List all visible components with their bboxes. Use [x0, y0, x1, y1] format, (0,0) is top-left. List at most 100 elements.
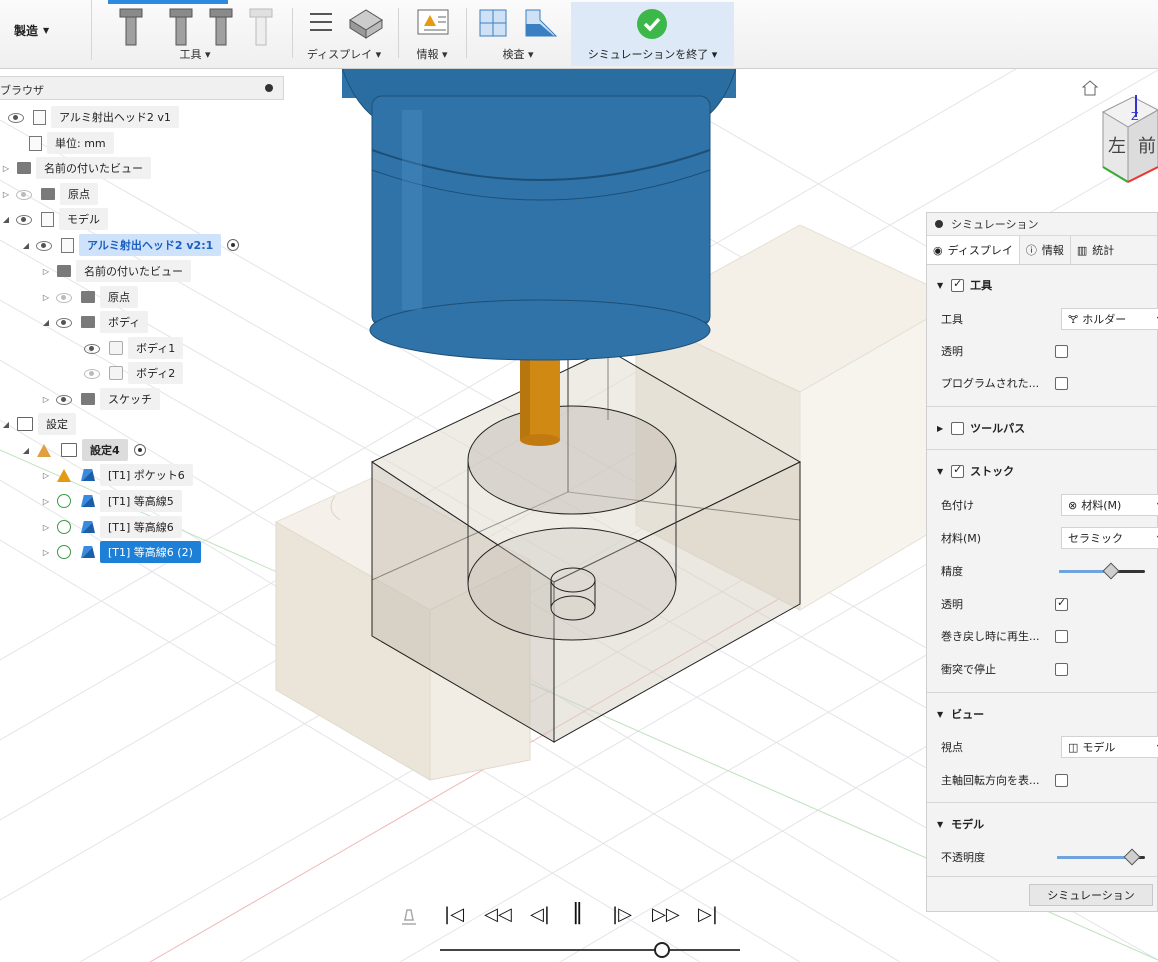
collapse-arrow-icon[interactable]: ◢ [40, 318, 52, 327]
folder-icon [81, 316, 95, 328]
view-section-header[interactable]: ▼ ビュー [937, 706, 984, 722]
tool-section-checkbox[interactable] [951, 277, 965, 292]
tree-label: アルミ射出ヘッド2 v2:1 [79, 234, 222, 256]
simulation-panel-header[interactable]: シミュレーション [927, 213, 1157, 236]
info-group[interactable]: 情報 ▾ [402, 0, 462, 66]
visibility-eye-icon[interactable] [56, 292, 72, 303]
panel-pin-icon[interactable] [935, 220, 943, 228]
panel-pin-icon[interactable] [265, 84, 273, 92]
tree-component[interactable]: ◢ アルミ射出ヘッド2 v2:1 [20, 234, 240, 256]
tree-setup4[interactable]: ◢ 設定4 [20, 439, 146, 461]
tree-origin[interactable]: ▷ 原点 [0, 183, 98, 205]
simulation-footer-button[interactable]: シミュレーション [1029, 884, 1153, 906]
activate-radio-icon[interactable] [227, 239, 240, 251]
collapse-arrow-icon[interactable]: ◢ [20, 241, 32, 250]
expand-arrow-icon[interactable]: ▷ [40, 293, 52, 302]
material-dropdown[interactable]: セラミック▼ [1061, 527, 1158, 549]
workspace-selector[interactable]: 製造 ▼ [0, 0, 92, 60]
simulation-tabs: ◉ ディスプレイ ⓘ 情報 ▥ 統計 [927, 236, 1157, 265]
tree-label: [T1] 等高線6 [100, 516, 182, 538]
collapse-arrow-icon[interactable]: ◢ [0, 215, 12, 224]
inspect-group[interactable]: 検査 ▾ [470, 0, 566, 66]
tree-units[interactable]: 単位: mm [24, 132, 114, 154]
replay-checkbox[interactable] [1055, 629, 1068, 643]
expand-arrow-icon[interactable]: ▷ [40, 267, 52, 276]
expand-arrow-icon[interactable]: ▷ [40, 523, 52, 532]
finish-simulation-button[interactable]: シミュレーションを終了 ▾ [571, 2, 734, 66]
tab-display[interactable]: ◉ ディスプレイ [927, 236, 1020, 264]
tool-section-header[interactable]: ▼ 工具 [937, 277, 992, 293]
info-icon [417, 9, 449, 35]
visibility-eye-icon[interactable] [56, 317, 72, 328]
tree-operation-selected[interactable]: ▷ [T1] 等高線6 (2) [40, 541, 201, 563]
tool-icons [119, 8, 273, 46]
stock-section-header[interactable]: ▼ ストック [937, 463, 1014, 479]
tree-operation[interactable]: ▷ [T1] 等高線5 [40, 490, 182, 512]
tree-named-views[interactable]: ▷ 名前の付いたビュー [0, 157, 151, 179]
expand-arrow-icon[interactable]: ▷ [40, 395, 52, 404]
programmed-checkbox[interactable] [1055, 376, 1068, 390]
visibility-eye-icon[interactable] [16, 189, 32, 200]
tree-comp-named-views[interactable]: ▷ 名前の付いたビュー [40, 260, 191, 282]
stock-section-checkbox[interactable] [951, 463, 965, 478]
tree-operation[interactable]: ▷ [T1] 等高線6 [40, 516, 182, 538]
stock-transparent-checkbox[interactable] [1055, 596, 1068, 611]
visibility-eye-icon[interactable] [84, 343, 100, 354]
setup-icon [61, 443, 77, 457]
tab-info[interactable]: ⓘ 情報 [1020, 236, 1071, 264]
tree-root[interactable]: アルミ射出ヘッド2 v1 [4, 106, 179, 128]
tree-setups[interactable]: ◢ 設定 [0, 413, 76, 435]
toolpath-section-checkbox[interactable] [951, 421, 965, 435]
tree-comp-origin[interactable]: ▷ 原点 [40, 286, 138, 308]
skip-to-start-icon[interactable]: |◁ [444, 904, 464, 925]
pause-icon[interactable]: ‖ [572, 900, 583, 925]
step-back-icon[interactable]: ◁| [530, 904, 550, 925]
browser-header[interactable]: ブラウザ [0, 76, 284, 100]
expand-arrow-icon[interactable]: ▷ [40, 497, 52, 506]
skip-to-end-icon[interactable]: ▷| [698, 904, 718, 925]
tree-sketch[interactable]: ▷ スケッチ [40, 388, 160, 410]
simulation-timeline[interactable] [440, 949, 740, 951]
transparent-checkbox[interactable] [1055, 344, 1068, 358]
tool-dropdown[interactable]: 🝖 ホルダー▼ [1061, 308, 1158, 330]
collision-checkbox[interactable] [1055, 662, 1068, 676]
tab-stats[interactable]: ▥ 統計 [1071, 236, 1120, 264]
tree-bodies[interactable]: ◢ ボディ [40, 311, 149, 333]
coloring-dropdown[interactable]: ⊗ 材料(M)▼ [1061, 494, 1158, 516]
visibility-eye-icon[interactable] [8, 112, 24, 123]
tree-operation[interactable]: ▷ [T1] ポケット6 [40, 464, 193, 486]
previous-operation-icon[interactable]: ◁◁ [484, 904, 512, 925]
expand-arrow-icon[interactable]: ▷ [0, 164, 12, 173]
opacity-slider-fill [1057, 856, 1132, 859]
eye-icon: ◉ [933, 243, 943, 257]
collapse-arrow-icon[interactable]: ◢ [0, 420, 12, 429]
units-icon [29, 135, 42, 151]
programmed-row: プログラムされた... [941, 371, 1151, 395]
viewpoint-dropdown[interactable]: ◫ モデル▼ [1061, 736, 1158, 758]
expand-arrow-icon[interactable]: ▷ [0, 190, 12, 199]
expand-arrow-icon[interactable]: ▷ [40, 471, 52, 480]
activate-radio-icon[interactable] [133, 444, 146, 456]
tree-model[interactable]: ◢ モデル [0, 208, 108, 230]
tool-section-label: 工具 [970, 279, 993, 292]
display-group[interactable]: ディスプレイ ▾ [296, 0, 392, 66]
expand-arrow-icon[interactable]: ▷ [40, 548, 52, 557]
collapse-arrow-icon[interactable]: ◢ [20, 446, 32, 455]
tools-group[interactable]: 工具 ▾ [100, 0, 290, 66]
tree-label: 名前の付いたビュー [36, 157, 151, 179]
spindle-checkbox[interactable] [1055, 773, 1068, 787]
visibility-eye-icon[interactable] [16, 214, 32, 225]
tree-body1[interactable]: ボディ1 [80, 337, 184, 359]
visibility-eye-icon[interactable] [84, 368, 100, 379]
home-view-icon[interactable] [1081, 80, 1099, 96]
timeline-playhead[interactable] [654, 942, 670, 958]
section-divider [927, 802, 1157, 803]
visibility-eye-icon[interactable] [56, 394, 72, 405]
visibility-eye-icon[interactable] [36, 240, 52, 251]
step-forward-icon[interactable]: |▷ [612, 904, 632, 925]
next-operation-icon[interactable]: ▷▷ [652, 904, 680, 925]
tree-body2[interactable]: ボディ2 [80, 362, 184, 384]
toolpath-section-header[interactable]: ▶ ツールパス [937, 420, 1025, 436]
view-cube[interactable]: Z 左 前 [1098, 92, 1158, 187]
model-section-header[interactable]: ▼ モデル [937, 816, 984, 832]
